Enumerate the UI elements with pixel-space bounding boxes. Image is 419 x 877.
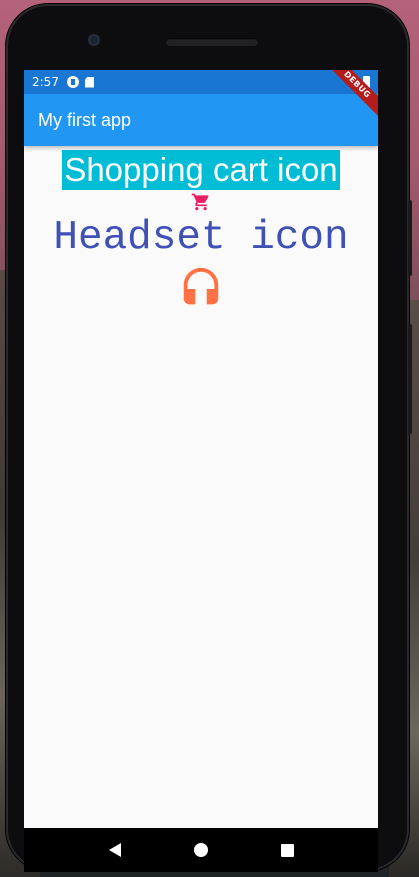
headset-label: Headset icon <box>53 215 349 261</box>
headset-icon <box>183 267 219 305</box>
device-screen: 2:57 DEBUG My first app Shopping cart ic… <box>24 70 378 828</box>
power-button[interactable] <box>408 200 412 276</box>
shopping-cart-label: Shopping cart icon <box>62 150 340 190</box>
sd-card-icon <box>84 76 94 88</box>
volume-button[interactable] <box>408 324 412 434</box>
status-time: 2:57 <box>32 75 59 89</box>
notification-p-icon <box>66 76 79 88</box>
main-content: Shopping cart icon Headset icon <box>24 146 378 312</box>
home-icon[interactable] <box>193 843 208 857</box>
system-nav-bar <box>24 828 378 872</box>
shopping-cart-icon <box>191 193 209 211</box>
app-bar: My first app <box>24 94 378 146</box>
earpiece-speaker <box>166 38 258 46</box>
app-bar-title: My first app <box>38 109 132 130</box>
back-icon[interactable] <box>108 843 121 857</box>
recents-icon[interactable] <box>280 843 294 857</box>
status-bar: 2:57 DEBUG <box>24 70 378 121</box>
front-camera <box>88 34 100 46</box>
